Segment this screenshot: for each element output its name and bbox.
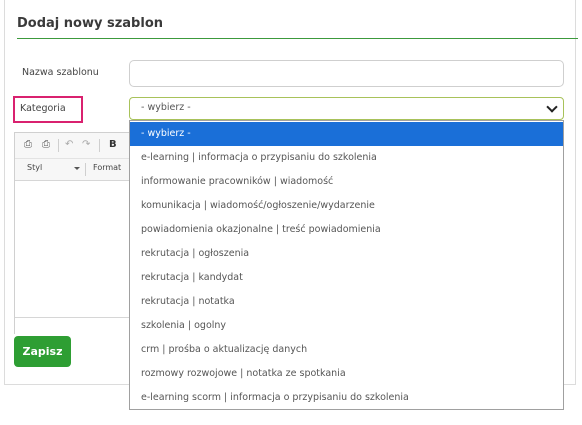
toolbar-separator	[85, 163, 86, 176]
dropdown-option[interactable]: szkolenia | ogolny	[130, 314, 563, 338]
dropdown-option[interactable]: komunikacja | wiadomość/ogłoszenie/wydar…	[130, 194, 563, 218]
dropdown-option[interactable]: powiadomienia okazjonalne | treść powiad…	[130, 218, 563, 242]
bold-button[interactable]: B	[109, 140, 117, 150]
category-select[interactable]: - wybierz -	[129, 97, 564, 120]
dropdown-option[interactable]: crm | prośba o aktualizację danych	[130, 338, 563, 362]
dropdown-option[interactable]: rekrutacja | ogłoszenia	[130, 242, 563, 266]
undo-icon[interactable]: ↶	[65, 140, 73, 150]
redo-icon[interactable]: ↷	[82, 140, 90, 150]
save-button[interactable]: Zapisz	[14, 336, 71, 367]
dropdown-option[interactable]: e-learning | informacja o przypisaniu do…	[130, 146, 563, 170]
dropdown-option[interactable]: e-learning scorm | informacja o przypisa…	[130, 386, 563, 410]
editor-status-bar	[15, 317, 129, 334]
editor-toolbar: ⎙ ⎙ ↶ ↷ B	[15, 133, 129, 159]
dropdown-option[interactable]: - wybierz -	[130, 122, 563, 146]
dropdown-option[interactable]: rekrutacja | kandydat	[130, 266, 563, 290]
style-combo[interactable]: Styl	[27, 163, 42, 172]
paste-text-icon[interactable]: ⎙	[24, 140, 32, 150]
rich-text-editor[interactable]: ⎙ ⎙ ↶ ↷ B Styl Format	[14, 132, 130, 334]
page-title: Dodaj nowy szablon	[17, 16, 164, 31]
style-combo-arrow-icon[interactable]	[74, 167, 80, 170]
dropdown-option[interactable]: rekrutacja | notatka	[130, 290, 563, 314]
toolbar-separator	[99, 139, 100, 152]
chevron-down-icon	[546, 101, 558, 113]
format-combo[interactable]: Format	[93, 163, 121, 172]
category-dropdown-list[interactable]: - wybierz - e-learning | informacja o prz…	[129, 120, 564, 410]
title-divider	[17, 38, 578, 39]
template-name-input[interactable]	[129, 60, 564, 87]
template-name-label: Nazwa szablonu	[22, 67, 99, 78]
editor-toolbar-combos: Styl Format	[15, 159, 129, 181]
dropdown-option[interactable]: informowanie pracowników | wiadomość	[130, 170, 563, 194]
toolbar-separator	[58, 139, 59, 152]
category-label: Kategoria	[20, 103, 66, 114]
paste-word-icon[interactable]: ⎙	[42, 140, 50, 150]
dropdown-option[interactable]: rozmowy rozwojowe | notatka ze spotkania	[130, 362, 563, 386]
category-select-value: - wybierz -	[141, 102, 191, 113]
